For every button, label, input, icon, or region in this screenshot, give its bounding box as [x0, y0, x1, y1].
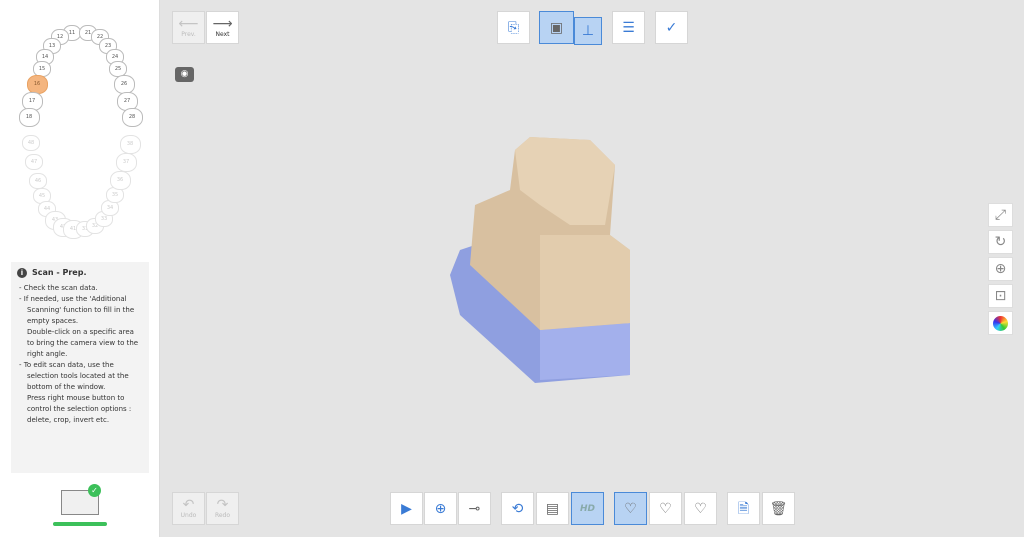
tooth-36[interactable]: 36 [109, 170, 131, 190]
clipboard-tree-icon: ⎘ [507, 19, 520, 36]
check-icon: ✓ [88, 484, 101, 497]
instruction-line: - Check the scan data. [19, 284, 98, 292]
scan-table-icon: ▤ [545, 500, 560, 517]
reset-view-button[interactable]: ⟲ [501, 492, 534, 525]
tooth-select-button[interactable]: ♡ [614, 492, 647, 525]
trash-icon: 🗑 [769, 500, 788, 517]
arrow-left-icon: ⟵ [178, 16, 199, 32]
instruction-title: i Scan - Prep. [17, 267, 143, 278]
instruction-item: - To edit scan data, use the selection t… [17, 360, 143, 426]
model-base-side [540, 323, 630, 380]
next-label: Next [215, 31, 230, 38]
tooth-16[interactable]: 16 [26, 74, 48, 94]
export-button[interactable]: 🗎 [727, 492, 760, 525]
hd-toggle-button[interactable]: HD [571, 492, 604, 525]
instruction-extra: Double-click on a specific area to bring… [27, 328, 139, 358]
step-progress-bar [53, 522, 107, 526]
model-stone-front [540, 235, 630, 330]
tooth-brush-select-button[interactable]: ♡ [684, 492, 717, 525]
rotate-axes-icon: ⟲ [511, 500, 524, 517]
left-panel: 11 12 13 14 15 16 17 18 21 22 23 24 25 26 27 28 48 47 46 45… [0, 0, 160, 537]
scanner-tip-icon: ⊸ [468, 500, 481, 517]
undo-button[interactable]: ↶ Undo [172, 492, 205, 525]
camera-icon[interactable]: ◉ [175, 67, 194, 82]
zoom-box-icon: ⊡ [994, 288, 1007, 304]
instruction-line: - To edit scan data, use the selection t… [19, 361, 129, 391]
scan-table-button[interactable]: ▤ [536, 492, 569, 525]
instruction-panel: i Scan - Prep. - Check the scan data. - If… [11, 262, 149, 473]
zoom-icon: ⊕ [994, 261, 1007, 277]
hd-label: HD [579, 503, 595, 514]
tooth-26[interactable]: 26 [113, 74, 135, 94]
color-map-button[interactable] [988, 311, 1013, 335]
document-share-icon: 🗎 [737, 500, 750, 517]
zoom-button[interactable]: ⊕ [988, 257, 1013, 281]
undo-icon: ↶ [182, 497, 195, 513]
color-ball-icon [993, 315, 1008, 331]
instruction-line: - If needed, use the 'Additional Scannin… [19, 295, 135, 325]
3d-scan-model[interactable] [430, 125, 640, 390]
align-icon: ⊥ [581, 23, 595, 39]
prev-button[interactable]: ⟵ Prev. [172, 11, 205, 44]
sliders-icon: ☰ [622, 19, 635, 36]
tooth-cursor-icon: ♡ [694, 500, 707, 517]
redo-label: Redo [214, 512, 231, 519]
instruction-extra: Press right mouse button to control the … [27, 394, 132, 424]
complete-step-button[interactable]: ✓ [655, 11, 688, 44]
arrow-right-icon: ⟶ [212, 16, 233, 32]
play-icon: ▶ [401, 500, 412, 517]
scanner-icon: ▣ [549, 19, 564, 36]
tooth-47[interactable]: 47 [25, 154, 43, 170]
prev-label: Prev. [181, 31, 196, 38]
tooth-37[interactable]: 37 [115, 152, 137, 172]
additional-scan-button[interactable]: ⊕ [424, 492, 457, 525]
rotate-button[interactable]: ↻ [988, 230, 1013, 254]
tooth-box-icon: ♡ [659, 500, 672, 517]
tooth-icon: ♡ [624, 500, 637, 517]
start-scan-button[interactable]: ▶ [390, 492, 423, 525]
instruction-item: - If needed, use the 'Additional Scannin… [17, 294, 143, 360]
tooth-46[interactable]: 46 [29, 173, 47, 189]
instruction-title-text: Scan - Prep. [32, 268, 87, 277]
info-icon: i [17, 267, 27, 278]
expand-icon: ⤢ [994, 207, 1007, 223]
scan-step-button[interactable]: ▣ [539, 11, 574, 44]
rotate-icon: ↻ [994, 234, 1007, 250]
tooth-48[interactable]: 48 [22, 135, 40, 151]
trash-button[interactable]: 🗑 [762, 492, 795, 525]
redo-button[interactable]: ↷ Redo [206, 492, 239, 525]
instruction-item: - Check the scan data. [17, 283, 143, 294]
tooth-chart: 11 12 13 14 15 16 17 18 21 22 23 24 25 26 27 28 48 47 46 45… [0, 0, 160, 245]
tooth-38[interactable]: 38 [119, 134, 141, 154]
workflow-step-button[interactable]: ⎘ [497, 11, 530, 44]
tooth-18[interactable]: 18 [18, 107, 40, 127]
next-button[interactable]: ⟶ Next [206, 11, 239, 44]
fit-view-button[interactable]: ⤢ [988, 203, 1013, 227]
align-step-button[interactable]: ⊥ [574, 17, 602, 45]
tooth-area-select-button[interactable]: ♡ [649, 492, 682, 525]
redo-icon: ↷ [216, 497, 229, 513]
tooth-28[interactable]: 28 [121, 107, 143, 127]
scanner-tip-button[interactable]: ⊸ [458, 492, 491, 525]
zoom-fit-button[interactable]: ⊡ [988, 284, 1013, 308]
settings-step-button[interactable]: ☰ [612, 11, 645, 44]
clipboard-check-icon: ✓ [665, 19, 678, 36]
undo-label: Undo [180, 512, 197, 519]
add-scan-icon: ⊕ [434, 500, 447, 517]
